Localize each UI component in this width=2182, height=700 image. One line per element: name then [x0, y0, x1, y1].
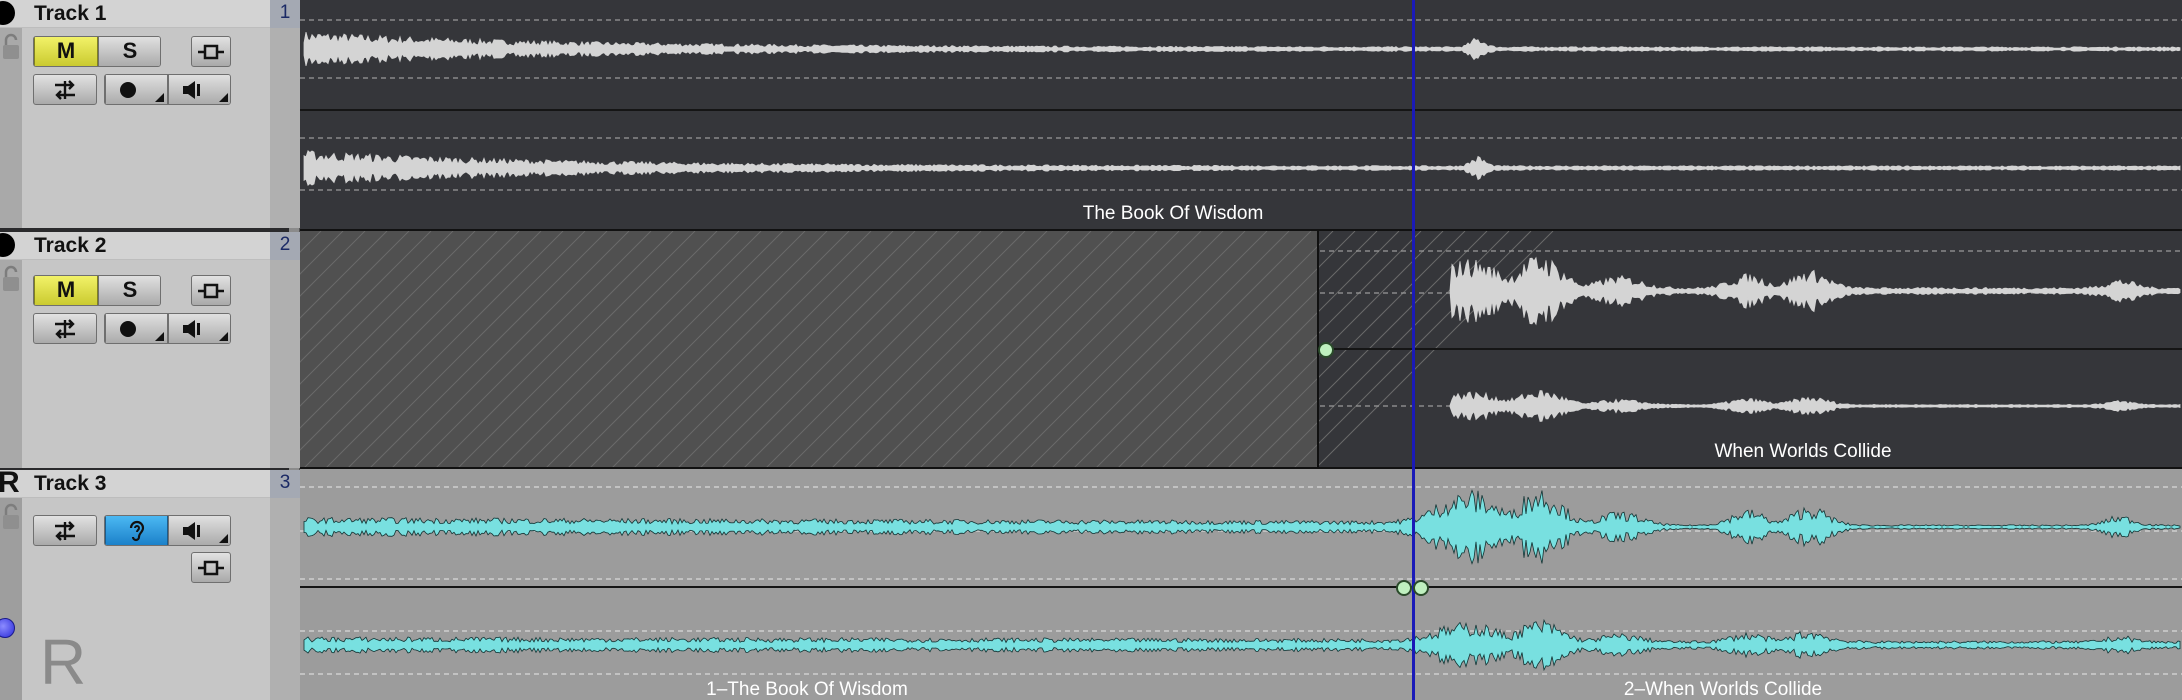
lock-icon[interactable] — [2, 503, 20, 531]
track-2-waveform — [300, 231, 2182, 468]
track-number: 2 — [270, 232, 300, 260]
track-name[interactable]: Track 2 — [34, 233, 106, 259]
monitor-button[interactable] — [168, 75, 230, 104]
track-number-column — [270, 260, 300, 468]
mute-solo-group: M S — [33, 36, 161, 67]
track-2-lane[interactable]: When Worlds Collide — [300, 231, 2182, 468]
track-number-column — [270, 498, 300, 700]
clip-name: 1–The Book Of Wisdom — [706, 679, 908, 700]
ear-icon — [129, 520, 144, 541]
record-arm-button[interactable] — [105, 75, 168, 104]
monitor-button[interactable] — [168, 516, 230, 545]
clip-name: 2–When Worlds Collide — [1623, 679, 1823, 700]
monitor-button[interactable] — [168, 314, 230, 343]
fx-insert-button[interactable] — [191, 36, 231, 67]
read-mode-indicator[interactable]: R — [0, 470, 20, 498]
routing-icon — [55, 520, 75, 541]
solo-button[interactable]: S — [98, 276, 160, 305]
record-icon — [120, 81, 136, 98]
track-name[interactable]: Track 3 — [34, 471, 106, 497]
record-arm-button[interactable] — [105, 314, 168, 343]
record-monitor-group — [104, 74, 231, 105]
track-3-waveform — [300, 469, 2182, 700]
crossfade-handle-left[interactable] — [1396, 580, 1412, 596]
solo-button[interactable]: S — [98, 37, 160, 66]
record-icon — [120, 320, 136, 337]
track-header-1[interactable]: Track 1 1 M S — [0, 0, 300, 228]
routing-button[interactable] — [33, 74, 97, 105]
lock-icon[interactable] — [2, 265, 20, 293]
track-number-column — [270, 28, 300, 228]
speaker-icon — [183, 521, 200, 540]
routing-button[interactable] — [33, 313, 97, 344]
mute-solo-group: M S — [33, 275, 161, 306]
record-monitor-group — [104, 313, 231, 344]
chevron-down-icon — [219, 534, 228, 543]
listen-monitor-group — [104, 515, 231, 546]
fx-insert-icon — [198, 44, 224, 59]
track-1-lane[interactable]: The Book Of Wisdom — [300, 0, 2182, 230]
track-3-lane[interactable]: 1–The Book Of Wisdom 2–When Worlds Colli… — [300, 469, 2182, 700]
track-1-waveform — [300, 19, 2182, 191]
fx-insert-icon — [198, 283, 224, 298]
read-mode-overlay-letter: R — [40, 626, 87, 698]
clip-name: When Worlds Collide — [1714, 441, 1892, 462]
chevron-down-icon — [219, 93, 228, 102]
track-name[interactable]: Track 1 — [34, 1, 106, 27]
routing-icon — [55, 318, 75, 339]
fade-handle[interactable] — [1318, 342, 1334, 358]
crossfade-handle-right[interactable] — [1413, 580, 1429, 596]
chevron-down-icon — [219, 332, 228, 341]
routing-button[interactable] — [33, 515, 97, 546]
routing-icon — [55, 79, 75, 100]
mute-button[interactable]: M — [34, 276, 98, 305]
speaker-icon — [183, 80, 200, 99]
track-header-2[interactable]: Track 2 2 M S — [0, 232, 300, 468]
chevron-down-icon — [155, 93, 164, 102]
track-number: 1 — [270, 0, 300, 28]
fx-insert-icon — [198, 560, 224, 575]
fx-insert-button[interactable] — [191, 275, 231, 306]
lock-icon[interactable] — [2, 33, 20, 61]
track-header-3[interactable]: R Track 3 3 R — [0, 470, 300, 700]
clip-name: The Book Of Wisdom — [1082, 203, 1264, 224]
mute-button[interactable]: M — [34, 37, 98, 66]
fx-insert-button[interactable] — [191, 552, 231, 583]
playhead-cursor[interactable] — [1412, 0, 1415, 700]
chevron-down-icon — [155, 332, 164, 341]
speaker-icon — [183, 319, 200, 338]
listen-button[interactable] — [105, 516, 168, 545]
track-number: 3 — [270, 470, 300, 498]
